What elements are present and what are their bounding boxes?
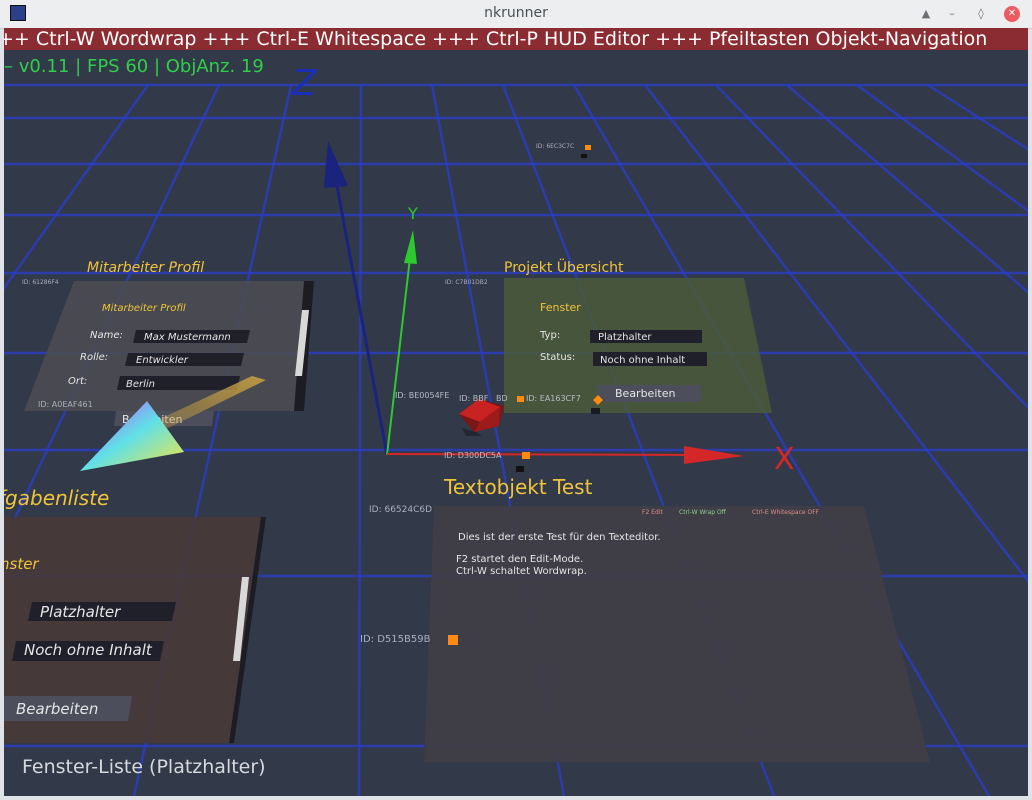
projekt-title: Projekt Übersicht (504, 258, 624, 276)
place-label: Ort: (68, 376, 87, 387)
object-marker-lower[interactable] (448, 635, 458, 645)
object-id-cube-a: ID: BE0054FE (395, 391, 449, 400)
aufgaben-heading: nster (4, 555, 39, 573)
mitarbeiter-heading: Mitarbeiter Profil (102, 303, 186, 314)
type-value: Platzhalter (598, 332, 652, 343)
maximize-button[interactable]: ◊ (973, 6, 989, 22)
toolbar-f2-edit[interactable]: F2 Edit (642, 509, 663, 516)
object-shadow-top (581, 154, 587, 158)
mitarbeiter-title: Mitarbeiter Profil (87, 260, 204, 276)
window-titlebar[interactable]: nkrunner ▲ – ◊ ✕ (0, 0, 1032, 29)
object-marker-cube[interactable] (517, 396, 524, 402)
mitarbeiter-id-top: ID: 61286F4 (22, 279, 59, 286)
object-id-cube-c: BD (496, 394, 508, 403)
panel-textobjekt[interactable]: Textobjekt Test ID: 66524C6D F2 Edit Ctr… (369, 475, 930, 762)
object-shadow-projekt (591, 408, 600, 414)
hud-status: – v0.11 | FPS 60 | ObjAnz. 19 (4, 56, 264, 77)
name-label: Name: (90, 330, 123, 341)
y-axis-label: Y (407, 204, 418, 223)
place-value: Berlin (126, 379, 155, 390)
aufgaben-edit-label: Bearbeiten (16, 700, 98, 718)
panel-mitarbeiter-profil[interactable]: Mitarbeiter Profil ID: 61286F4 Mitarbeit… (22, 260, 314, 426)
object-id-origin: ID: D300DC5A (444, 451, 502, 460)
text-line-1: Dies ist der erste Test für den Textedit… (458, 532, 661, 543)
aufgaben-title: fgabenliste (4, 486, 109, 510)
z-axis: Z (291, 63, 389, 456)
object-shadow-origin (516, 466, 524, 472)
projekt-edit-label: Bearbeiten (615, 387, 675, 400)
status-label: Status: (540, 352, 575, 363)
close-button[interactable]: ✕ (1004, 6, 1020, 22)
toolbar-wordwrap[interactable]: Ctrl-W Wrap Off (679, 509, 727, 516)
status-value: Noch ohne Inhalt (600, 355, 685, 366)
text-line-3: Ctrl-W schaltet Wordwrap. (456, 566, 587, 577)
minimize-button[interactable]: – (944, 6, 960, 22)
scene-canvas[interactable]: Mitarbeiter Profil ID: 61286F4 Mitarbeit… (4, 28, 1028, 796)
window-title: nkrunner (484, 5, 548, 21)
shade-button[interactable]: ▲ (918, 6, 934, 22)
3d-viewport[interactable]: Mitarbeiter Profil ID: 61286F4 Mitarbeit… (4, 28, 1028, 796)
ticker-text: ++ Ctrl-W Wordwrap +++ Ctrl-E Whitespace… (4, 28, 988, 50)
hud-window-list[interactable]: Fenster-Liste (Platzhalter) (22, 756, 266, 778)
object-id-lower: ID: D515B59B (360, 634, 431, 645)
projekt-id-top: ID: C7B01DB2 (445, 279, 488, 286)
name-value: Max Mustermann (144, 332, 231, 343)
x-axis-label: X (774, 442, 795, 477)
hud-ticker: ++ Ctrl-W Wordwrap +++ Ctrl-E Whitespace… (4, 28, 1028, 50)
toolbar-whitespace[interactable]: Ctrl-E Whitespace OFF (752, 509, 820, 516)
object-marker-top[interactable] (585, 145, 591, 150)
type-label: Typ: (539, 330, 560, 341)
aufgaben-field-2-value: Noch ohne Inhalt (24, 641, 153, 659)
object-id-cube-b: ID: BBF (459, 394, 489, 403)
projekt-heading: Fenster (540, 301, 581, 314)
textobjekt-title: Textobjekt Test (443, 475, 593, 499)
panel-aufgabenliste[interactable]: fgabenliste nster Platzhalter Noch ohne … (4, 486, 266, 743)
object-id-top: ID: 6EC3C7C (536, 143, 574, 150)
text-line-2: F2 startet den Edit-Mode. (456, 554, 583, 565)
z-axis-label: Z (291, 63, 318, 104)
object-marker-origin[interactable] (522, 452, 530, 459)
textobjekt-id: ID: 66524C6D (369, 505, 432, 515)
object-id-projekt: ID: EA163CF7 (526, 394, 581, 403)
mitarbeiter-id-bottom: ID: A0EAF461 (38, 400, 93, 409)
aufgaben-field-1-value: Platzhalter (40, 603, 121, 621)
role-label: Rolle: (80, 352, 108, 363)
y-axis: Y (386, 204, 418, 456)
role-value: Entwickler (136, 355, 189, 366)
panel-projekt-uebersicht[interactable]: Projekt Übersicht ID: C7B01DB2 Fenster T… (445, 258, 772, 413)
